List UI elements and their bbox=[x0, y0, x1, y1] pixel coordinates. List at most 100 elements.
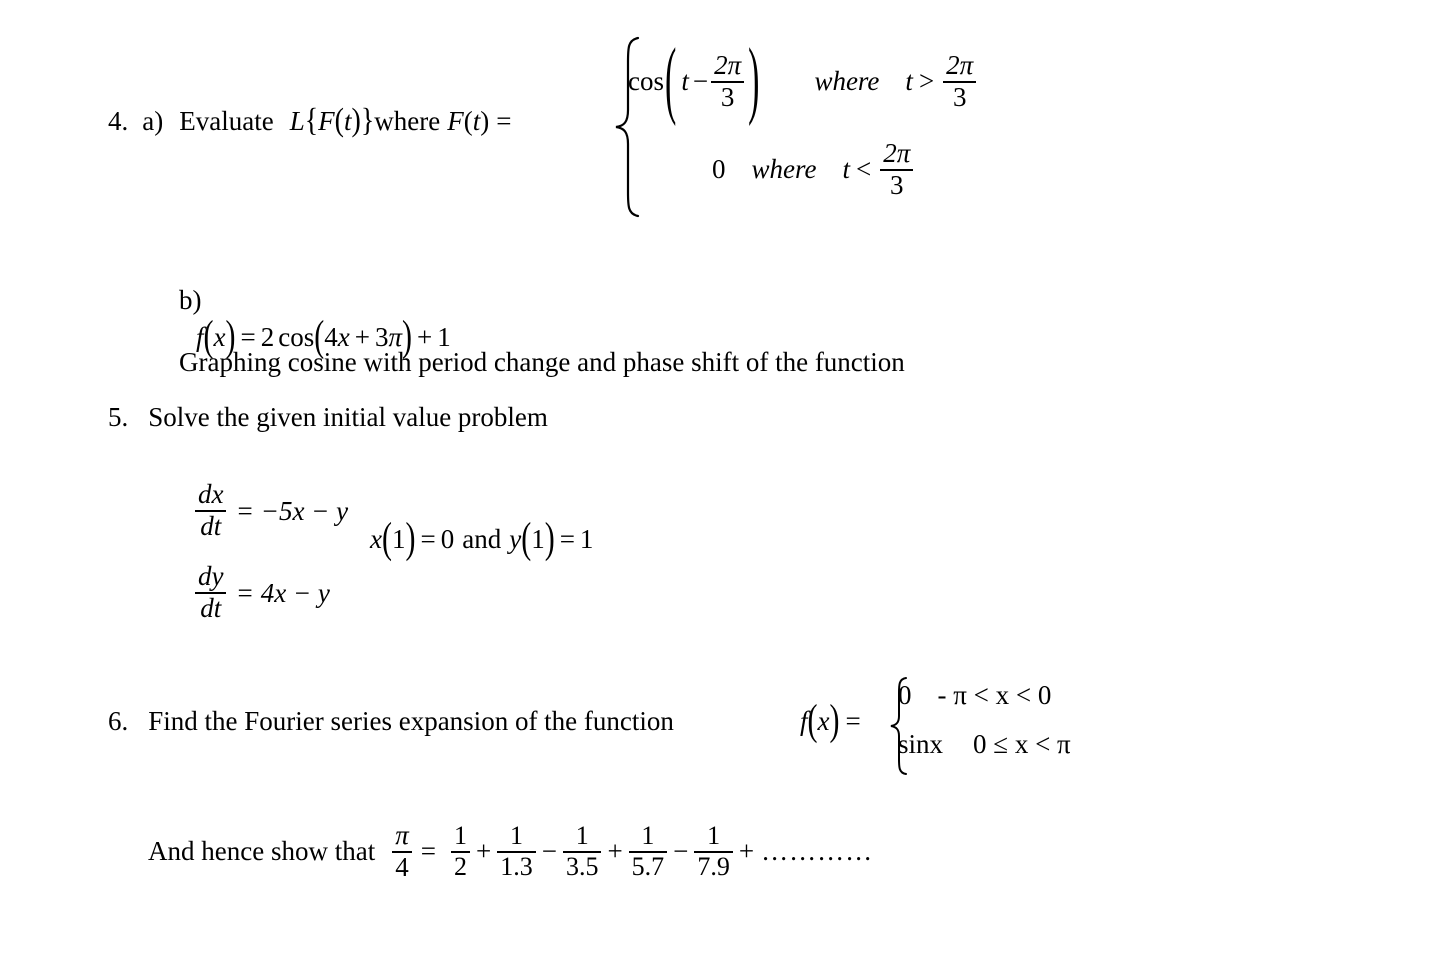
ic-y-equals: = bbox=[559, 523, 575, 554]
question-6-statement: Find the Fourier series expansion of the… bbox=[148, 706, 674, 736]
series-term-fraction: 1 3.5 bbox=[562, 822, 602, 880]
fx-inner-plus: + bbox=[354, 321, 370, 352]
question-5-system: dx dt = −5x − y dy dt = 4x − y bbox=[192, 470, 348, 634]
dy-dt-fraction: dy dt bbox=[195, 561, 227, 623]
case1-where-word: where bbox=[814, 66, 880, 97]
case1-cond-denominator: 3 bbox=[952, 81, 967, 112]
ic-conjunction: and bbox=[462, 523, 502, 554]
fx-paren-close: ) bbox=[225, 312, 236, 361]
series-term-numerator: 1 bbox=[453, 821, 467, 851]
series-ellipsis: ………… bbox=[761, 836, 874, 867]
function-name: F bbox=[447, 105, 464, 136]
eq1-numerator: dx bbox=[198, 479, 224, 510]
series-term-denominator: 1.3 bbox=[500, 851, 533, 881]
case2-condition-variable: t bbox=[842, 154, 850, 185]
question-6-series-identity: And hence show that π 4 = 1 2 + 1 1.3 − … bbox=[148, 820, 874, 881]
laplace-operator-symbol: L bbox=[289, 105, 305, 136]
fx-paren-open: ( bbox=[203, 312, 214, 361]
fx-inner-variable: x bbox=[337, 321, 350, 352]
big-paren-close: ) bbox=[748, 33, 760, 128]
q6-fx-argument: x bbox=[817, 705, 830, 736]
series-lhs-numerator: π bbox=[395, 820, 409, 850]
question-5-statement: Solve the given initial value problem bbox=[148, 402, 548, 432]
case2-condition-fraction: 2π 3 bbox=[880, 138, 914, 200]
case1-cond-numerator: 2π bbox=[946, 50, 974, 80]
question-5-initial-conditions: x ( 1 ) = 0 and y ( 1 ) = 1 bbox=[370, 514, 593, 562]
case1-frac-denominator: 3 bbox=[720, 81, 735, 112]
operand-argument: t bbox=[344, 105, 352, 136]
series-term-operator: − bbox=[541, 836, 557, 867]
ic-y-paren-open: ( bbox=[521, 514, 532, 563]
eq2-equals: = bbox=[237, 577, 253, 608]
ic-x-equals: = bbox=[420, 523, 436, 554]
eq2-rhs: 4x − y bbox=[260, 577, 330, 608]
function-paren-close: ) bbox=[480, 105, 490, 136]
ic-x-paren-open: ( bbox=[381, 514, 392, 563]
case2-condition-relation: < bbox=[856, 154, 872, 185]
q6-case2-value: sinx bbox=[898, 729, 944, 759]
series-term-denominator: 5.7 bbox=[631, 851, 665, 881]
series-term-numerator: 1 bbox=[707, 821, 721, 851]
ic-y-function: y bbox=[509, 523, 522, 554]
q6-fx-equals: = bbox=[845, 705, 861, 736]
series-term: − 1 3.5 bbox=[539, 822, 605, 880]
series-term-operator: − bbox=[673, 836, 689, 867]
function-argument: t bbox=[472, 105, 481, 136]
series-term: + 1 5.7 bbox=[604, 821, 670, 881]
ic-x-paren-close: ) bbox=[405, 514, 416, 563]
eq1-equals: = bbox=[237, 495, 253, 526]
ic-y-argument: 1 bbox=[531, 523, 545, 554]
eq2-numerator: dy bbox=[198, 561, 224, 592]
fx-inner-coefficient: 4 bbox=[324, 321, 338, 352]
ic-x-value: 0 bbox=[440, 523, 455, 554]
series-equals: = bbox=[420, 836, 436, 867]
case1-fraction: 2π 3 bbox=[711, 50, 745, 112]
series-trailing-operator: + bbox=[738, 836, 755, 867]
case1-condition-variable: t bbox=[905, 66, 913, 97]
case1-condition-relation: > bbox=[918, 66, 935, 97]
brace-open-glyph: { bbox=[304, 102, 319, 139]
eq1-rhs: −5x − y bbox=[260, 495, 349, 526]
series-term-numerator: 1 bbox=[641, 821, 655, 851]
series-lhs-fraction: π 4 bbox=[392, 820, 412, 881]
paren-close-glyph: ) bbox=[351, 102, 361, 139]
question-4a-label: a) bbox=[142, 105, 164, 136]
series-term-numerator: 1 bbox=[509, 821, 523, 851]
case1-variable: t bbox=[681, 66, 689, 97]
question-4b-label: b) bbox=[179, 285, 202, 315]
q6-fx-name: f bbox=[800, 705, 808, 736]
fx-argument: x bbox=[213, 321, 226, 352]
question-6-case-2: sinx 0 ≤ x < π bbox=[898, 729, 1071, 760]
fx-outer-plus: + bbox=[416, 321, 433, 352]
ic-y-paren-close: ) bbox=[544, 514, 555, 563]
where-word: where bbox=[374, 105, 441, 136]
q6-case1-condition: - π < x < 0 bbox=[937, 680, 1052, 710]
case1-frac-numerator: 2π bbox=[714, 50, 742, 80]
big-paren-open: ( bbox=[665, 33, 677, 128]
series-terms: 1 2 + 1 1.3 − 1 3.5 + 1 5.7 − 1 7.9 bbox=[442, 821, 736, 881]
question-6-number: 6. bbox=[108, 706, 129, 736]
fx-constant: 1 bbox=[437, 321, 451, 352]
case2-cond-numerator: 2π bbox=[883, 138, 911, 168]
fx-coefficient: 2 bbox=[260, 321, 275, 352]
question-4-case-1: cos ( t − 2π 3 ) where t > 2π 3 bbox=[628, 33, 979, 127]
fx-phase-symbol: π bbox=[388, 321, 402, 352]
fx-name: f bbox=[196, 321, 204, 352]
eq2-denominator: dt bbox=[200, 593, 222, 623]
brace-close-glyph: } bbox=[360, 102, 375, 139]
fx-phase-coefficient: 3 bbox=[374, 321, 389, 352]
case2-cond-denominator: 3 bbox=[890, 169, 904, 200]
ic-x-function: x bbox=[370, 523, 382, 554]
series-term: + 1 1.3 bbox=[473, 821, 539, 881]
document-page: 4. a) Evaluate L { F ( t ) } where F ( t… bbox=[0, 0, 1452, 958]
equals-sign: = bbox=[496, 105, 512, 136]
series-term-fraction: 1 7.9 bbox=[694, 821, 733, 880]
q6-fx-paren-close: ) bbox=[829, 696, 840, 745]
q6-case1-value: 0 bbox=[898, 680, 912, 710]
question-6-stem: 6. Find the Fourier series expansion of … bbox=[108, 706, 674, 737]
series-term-fraction: 1 1.3 bbox=[497, 821, 536, 881]
series-term-operator: + bbox=[475, 836, 492, 867]
eq1-denominator: dt bbox=[200, 511, 222, 541]
fx-cos-label: cos bbox=[278, 321, 315, 352]
question-5-stem: 5. Solve the given initial value problem bbox=[108, 402, 548, 433]
